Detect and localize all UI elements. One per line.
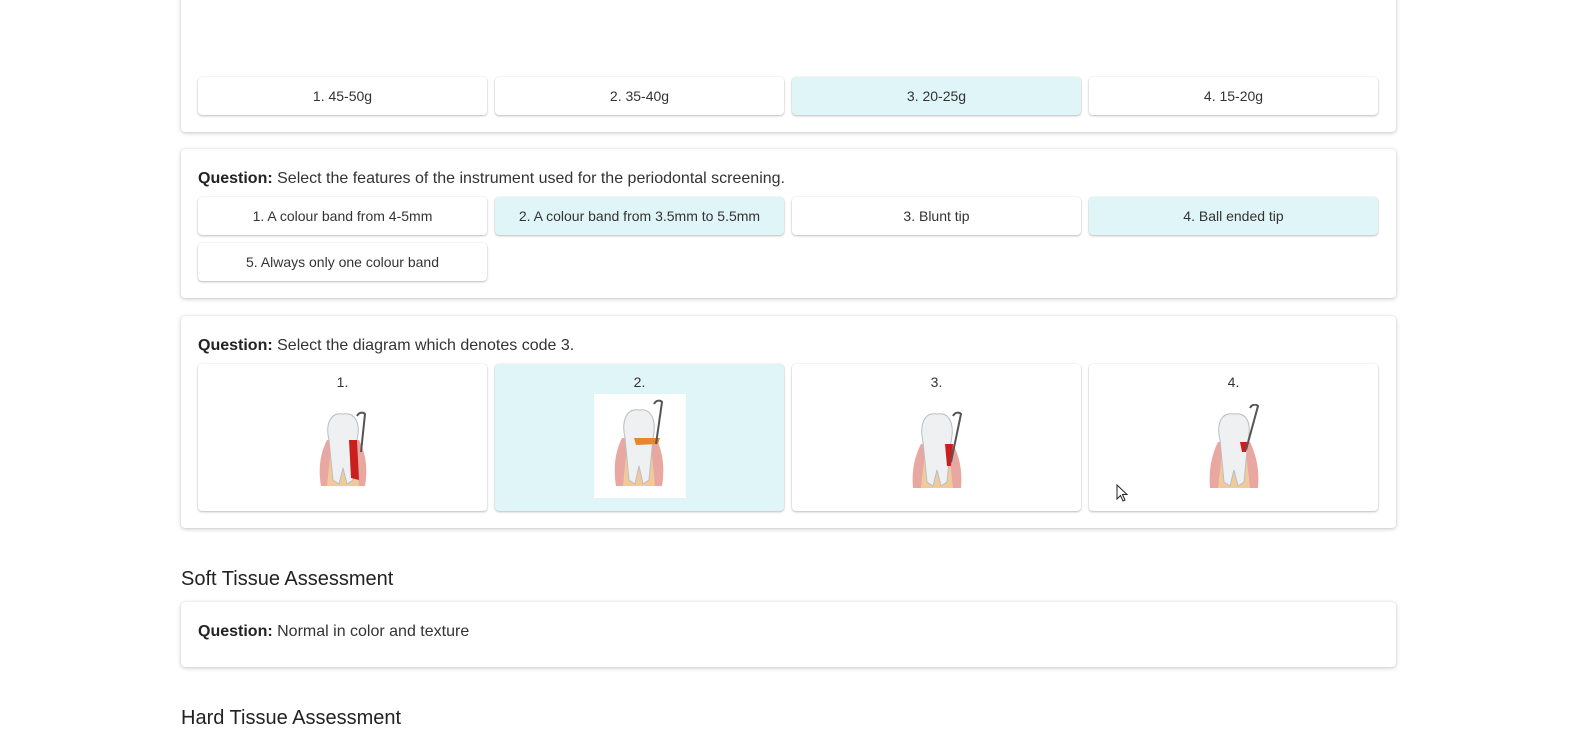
answer-option[interactable]: 5. Always only one colour band (198, 243, 487, 281)
diagram-option[interactable]: 1. (198, 364, 487, 511)
diagram-number: 4. (1227, 374, 1240, 390)
section-title-soft-tissue: Soft Tissue Assessment (181, 568, 394, 590)
diagram-number: 1. (336, 374, 349, 390)
answer-option[interactable]: 3. 20-25g (792, 77, 1081, 115)
answer-label: 2. 35-40g (609, 88, 670, 104)
question-prefix: Question: (198, 337, 273, 354)
question-prefix: Question: (198, 170, 273, 187)
answer-option[interactable]: 3. Blunt tip (792, 197, 1081, 235)
question-card-probing-force: 1. 45-50g 2. 35-40g 3. 20-25g 4. 15-20g (181, 0, 1396, 132)
answer-option[interactable]: 4. 15-20g (1089, 77, 1378, 115)
answer-option[interactable]: 4. Ball ended tip (1089, 197, 1378, 235)
question-body: Normal in color and texture (277, 623, 470, 640)
question-prefix: Question: (198, 623, 273, 640)
tooth-diagram-icon (614, 399, 663, 486)
answer-label: 4. 15-20g (1203, 88, 1264, 104)
diagram-number: 3. (930, 374, 943, 390)
diagram-option[interactable]: 2. (495, 364, 784, 511)
answer-option[interactable]: 1. A colour band from 4-5mm (198, 197, 487, 235)
diagram-option[interactable]: 4. (1089, 364, 1378, 511)
answer-label: 3. 20-25g (906, 88, 967, 104)
answer-option[interactable]: 2. A colour band from 3.5mm to 5.5mm (495, 197, 784, 235)
answer-label: 1. A colour band from 4-5mm (252, 208, 433, 224)
section-title-hard-tissue: Hard Tissue Assessment (181, 707, 402, 729)
question-body: Select the diagram which denotes code 3. (277, 337, 575, 354)
question-card-code-diagram: Question: Select the diagram which denot… (181, 316, 1396, 528)
answer-label: 4. Ball ended tip (1183, 208, 1284, 224)
answer-option[interactable]: 2. 35-40g (495, 77, 784, 115)
question-card-instrument-features: Question: Select the features of the ins… (181, 149, 1396, 298)
tooth-diagram-icon (912, 411, 962, 488)
mouse-cursor-icon (1116, 484, 1128, 502)
question-text: Question: Normal in color and texture (198, 623, 469, 641)
tooth-diagram-icon (319, 411, 366, 486)
question-text: Question: Select the features of the ins… (198, 170, 785, 188)
answer-label: 3. Blunt tip (903, 208, 970, 224)
answer-label: 2. A colour band from 3.5mm to 5.5mm (518, 208, 761, 224)
answer-option[interactable]: 1. 45-50g (198, 77, 487, 115)
question-card-soft-tissue: Question: Normal in color and texture (181, 602, 1396, 667)
answer-label: 1. 45-50g (312, 88, 373, 104)
diagram-option[interactable]: 3. (792, 364, 1081, 511)
tooth-diagram-icon (1209, 404, 1259, 488)
question-body: Select the features of the instrument us… (277, 170, 785, 187)
question-text: Question: Select the diagram which denot… (198, 337, 574, 355)
diagram-number: 2. (633, 374, 646, 390)
answer-label: 5. Always only one colour band (245, 254, 439, 270)
